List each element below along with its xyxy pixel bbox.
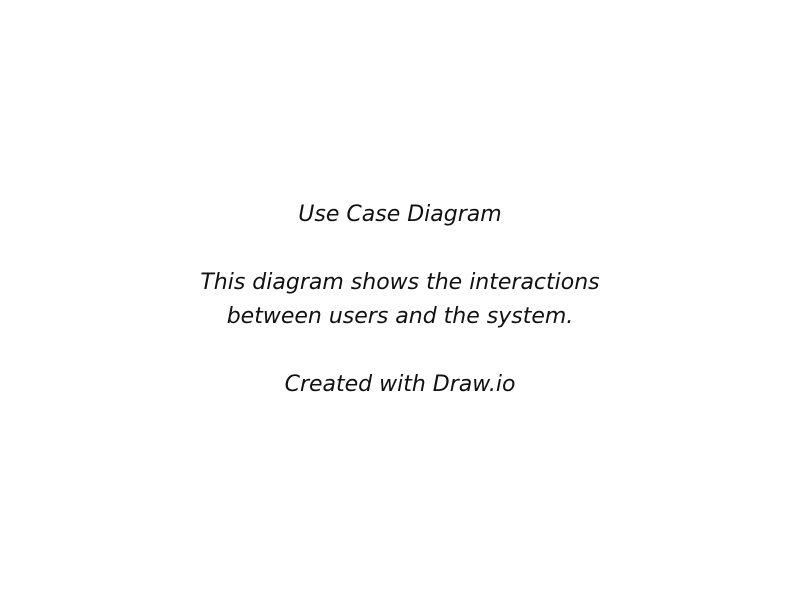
description-line-2: between users and the system. xyxy=(226,304,574,329)
page: Use Case Diagram This diagram shows the … xyxy=(0,0,800,600)
credit-line: Created with Draw.io xyxy=(284,372,516,397)
diagram-title: Use Case Diagram xyxy=(298,202,502,227)
diagram-placeholder-text: Use Case Diagram This diagram shows the … xyxy=(0,198,800,402)
description-line-1: This diagram shows the interactions xyxy=(200,270,600,295)
